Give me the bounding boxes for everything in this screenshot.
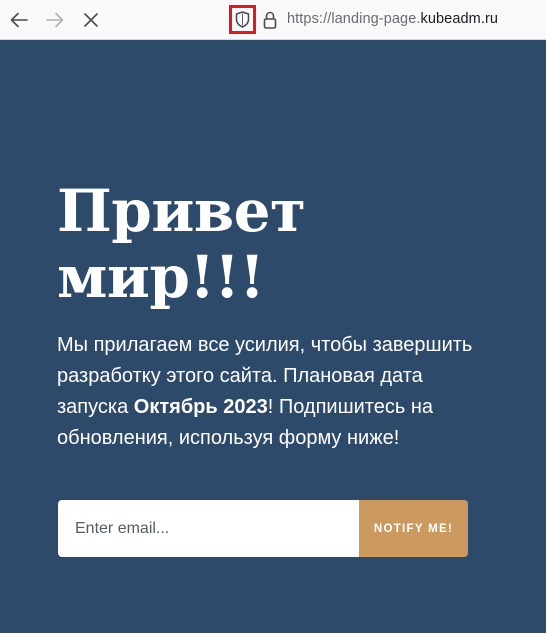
url-host: kubeadm.ru [420, 11, 499, 27]
lock-icon[interactable] [262, 10, 278, 30]
back-button[interactable] [6, 7, 32, 33]
tracking-protection-button[interactable] [229, 5, 256, 34]
url-prefix: https://landing-page. [287, 11, 421, 27]
back-arrow-icon [10, 12, 28, 28]
notify-me-button[interactable]: NOTIFY ME! [359, 500, 468, 557]
shield-icon [235, 11, 250, 28]
stop-icon [84, 13, 98, 27]
page-title: Привет мир!!! [57, 177, 306, 311]
address-bar-url[interactable]: https://landing-page.kubeadm.ru [287, 11, 498, 27]
email-input[interactable] [58, 500, 359, 557]
subscribe-form: NOTIFY ME! [58, 500, 468, 557]
hero-description: Мы прилагаем все усилия, чтобы завершить… [57, 330, 477, 454]
forward-arrow-icon [46, 12, 64, 28]
forward-button[interactable] [42, 7, 68, 33]
stop-loading-button[interactable] [78, 7, 104, 33]
launch-date: Октябрь 2023 [133, 396, 268, 418]
browser-toolbar: https://landing-page.kubeadm.ru [0, 0, 546, 40]
